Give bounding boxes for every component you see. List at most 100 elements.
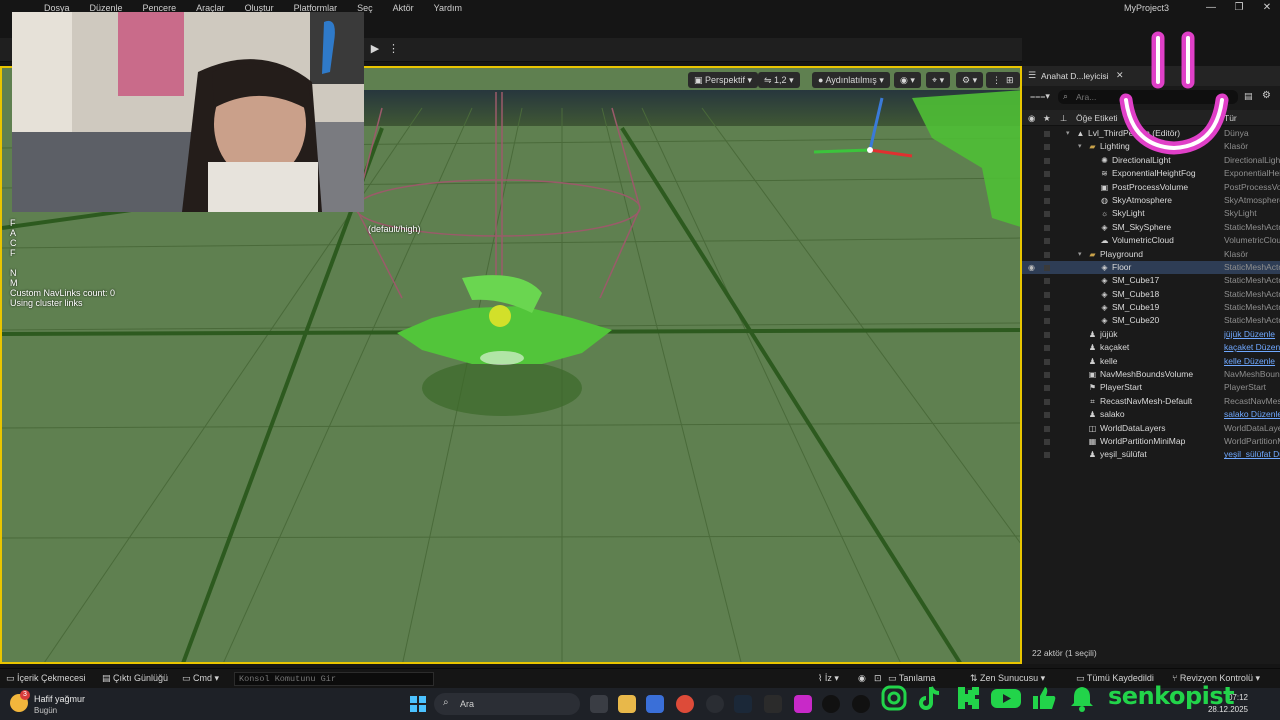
lock-toggle[interactable]: [1044, 157, 1050, 164]
visibility-eye-icon[interactable]: ◉: [1028, 261, 1038, 274]
expand-arrow-icon[interactable]: ▾: [1066, 127, 1070, 140]
outliner-settings-gear-icon[interactable]: ⚙: [1262, 90, 1271, 101]
lock-toggle[interactable]: [1044, 425, 1050, 432]
lock-toggle[interactable]: [1044, 144, 1050, 151]
unreal-editor-icon[interactable]: [852, 695, 870, 713]
outliner-row[interactable]: ☼ SkyLight SkyLight: [1022, 207, 1280, 220]
outliner-row[interactable]: ▦WorldPartitionMiniMapWorldPartitionMini…: [1022, 435, 1280, 448]
outliner-row[interactable]: ♟yeşil_sülüfat yeşil_sülüfat Düzenle: [1022, 448, 1280, 461]
outliner-row[interactable]: ◈ SM_Cube17 StaticMeshActor: [1022, 274, 1280, 287]
lock-toggle[interactable]: [1044, 318, 1050, 325]
outliner-row[interactable]: ☁ VolumetricCloud VolumetricCloud: [1022, 234, 1280, 247]
close-button[interactable]: ✕: [1252, 0, 1280, 16]
lock-toggle[interactable]: [1044, 452, 1050, 459]
outliner-row-type: VolumetricCloud: [1224, 235, 1280, 246]
outliner-row[interactable]: ▣NavMeshBoundsVolumeNavMeshBoundsVolume: [1022, 368, 1280, 381]
camera-speed-label: 1,2: [774, 75, 787, 85]
lock-toggle[interactable]: [1044, 264, 1050, 271]
lock-toggle[interactable]: [1044, 184, 1050, 191]
outliner-row[interactable]: ◈ SM_Cube20 StaticMeshActor: [1022, 314, 1280, 327]
visibility-column-eye-icon[interactable]: ◉: [1028, 113, 1035, 124]
edit-blueprint-link[interactable]: kelle Düzenle: [1224, 355, 1280, 368]
lock-toggle[interactable]: [1044, 251, 1050, 258]
lock-toggle[interactable]: [1044, 278, 1050, 285]
lock-toggle[interactable]: [1044, 197, 1050, 204]
outliner-row[interactable]: ◈ SM_SkySphere StaticMeshActor: [1022, 221, 1280, 234]
camera-speed-dropdown[interactable]: ⇋ 1,2 ▾: [758, 72, 800, 88]
lock-toggle[interactable]: [1044, 224, 1050, 231]
edit-blueprint-link[interactable]: yeşil_sülüfat Düzenle: [1224, 448, 1280, 461]
outliner-row[interactable]: ◈ SM_Cube18 StaticMeshActor: [1022, 288, 1280, 301]
file-explorer-icon[interactable]: [618, 695, 636, 713]
lock-toggle[interactable]: [1044, 171, 1050, 178]
steam-icon[interactable]: [734, 695, 752, 713]
epic-games-icon[interactable]: [764, 695, 782, 713]
lock-toggle[interactable]: [1044, 305, 1050, 312]
layout-grid-icon[interactable]: ⊞: [1000, 72, 1020, 88]
settings-gear-icon[interactable]: ⚙ ▾: [956, 72, 984, 88]
chrome-icon[interactable]: [676, 695, 694, 713]
lock-toggle[interactable]: [1044, 358, 1050, 365]
outliner-row[interactable]: ♟ salako salako Düzenle: [1022, 408, 1280, 421]
edit-blueprint-link[interactable]: salako Düzenle: [1224, 408, 1280, 421]
snap-icon[interactable]: ⌖ ▾: [926, 72, 951, 88]
menu-help[interactable]: Yardım: [424, 0, 472, 16]
lock-toggle[interactable]: [1044, 372, 1050, 379]
play-icon[interactable]: ▶: [366, 42, 384, 58]
lock-toggle[interactable]: [1044, 412, 1050, 419]
outliner-row[interactable]: ≋ ExponentialHeightFog ExponentialHeightFo…: [1022, 167, 1280, 180]
lock-toggle[interactable]: [1044, 345, 1050, 352]
outliner-row[interactable]: ▣PostProcessVolumePostProcessVolume: [1022, 181, 1280, 194]
outliner-row[interactable]: ◉ ◈ Floor StaticMeshActor: [1022, 260, 1280, 275]
lock-toggle[interactable]: [1044, 211, 1050, 218]
minimize-button[interactable]: —: [1196, 0, 1226, 16]
outliner-row[interactable]: ◈ SM_Cube19 StaticMeshActor: [1022, 301, 1280, 314]
expand-arrow-icon[interactable]: ▾: [1078, 248, 1082, 261]
lit-mode-dropdown[interactable]: ● Aydınlatılmış ▾: [812, 72, 890, 88]
outliner-row[interactable]: ♟kaçaket kaçaket Düzenle: [1022, 341, 1280, 354]
outliner-row[interactable]: ♟ kelle kelle Düzenle: [1022, 355, 1280, 368]
outliner-row-type: StaticMeshActor: [1224, 302, 1280, 313]
edit-blueprint-link[interactable]: kaçaket Düzenle: [1224, 341, 1280, 354]
content-drawer-button[interactable]: ▭ İçerik Çekmecesi: [6, 673, 86, 684]
lock-toggle[interactable]: [1044, 238, 1050, 245]
more-options-icon[interactable]: ⋮: [388, 42, 399, 58]
lock-toggle[interactable]: [1044, 131, 1050, 137]
outliner-row[interactable]: ▾ ▰ Playground Klasör: [1022, 248, 1280, 261]
new-folder-icon[interactable]: ▤: [1244, 91, 1253, 102]
map-icon: ▦: [1088, 436, 1097, 446]
lock-toggle[interactable]: [1044, 385, 1050, 392]
obs-icon[interactable]: [706, 695, 724, 713]
outliner-row[interactable]: ◍ SkyAtmosphere SkyAtmosphere: [1022, 194, 1280, 207]
windows-start-icon[interactable]: [410, 696, 426, 712]
outliner-row[interactable]: ♟ jüjük jüjük Düzenle: [1022, 328, 1280, 341]
lock-column-icon[interactable]: ⊥: [1060, 113, 1067, 124]
outliner-row[interactable]: ⌗ RecastNavMesh-Default RecastNavMesh: [1022, 395, 1280, 408]
restore-button[interactable]: ❐: [1224, 0, 1254, 16]
outliner-row[interactable]: ⚑ PlayerStart PlayerStart: [1022, 381, 1280, 394]
folder-icon: ▰: [1089, 142, 1096, 152]
app-icon[interactable]: [794, 695, 812, 713]
filter-icon[interactable]: ⩶▾: [1030, 91, 1050, 102]
lock-toggle[interactable]: [1044, 331, 1050, 338]
perspective-dropdown[interactable]: ▣ Perspektif ▾: [688, 72, 759, 88]
taskbar-search-box[interactable]: ⌕ Ara: [434, 693, 580, 715]
menu-actor[interactable]: Aktör: [383, 0, 424, 16]
trace-dropdown[interactable]: ⌇ İz ▾: [818, 673, 839, 684]
thumbs-up-icon: [1033, 687, 1056, 709]
edit-blueprint-link[interactable]: jüjük Düzenle: [1224, 328, 1280, 341]
store-icon[interactable]: [646, 695, 664, 713]
outliner-row[interactable]: ◫WorldDataLayersWorldDataLayers: [1022, 422, 1280, 435]
output-log-button[interactable]: ▤ Çıktı Günlüğü: [102, 673, 168, 684]
task-view-icon[interactable]: [590, 695, 608, 713]
unreal-engine-icon[interactable]: [822, 695, 840, 713]
lock-toggle[interactable]: [1044, 438, 1050, 445]
lock-toggle[interactable]: [1044, 398, 1050, 405]
expand-arrow-icon[interactable]: ▾: [1078, 140, 1082, 153]
cmd-dropdown[interactable]: ▭ Cmd ▾: [182, 673, 219, 684]
show-flags-eye-icon[interactable]: ◉ ▾: [894, 72, 921, 88]
console-command-input[interactable]: [234, 672, 434, 686]
pin-column-star-icon[interactable]: ★: [1043, 113, 1051, 124]
record-icon[interactable]: ◉: [858, 673, 866, 684]
lock-toggle[interactable]: [1044, 291, 1050, 298]
